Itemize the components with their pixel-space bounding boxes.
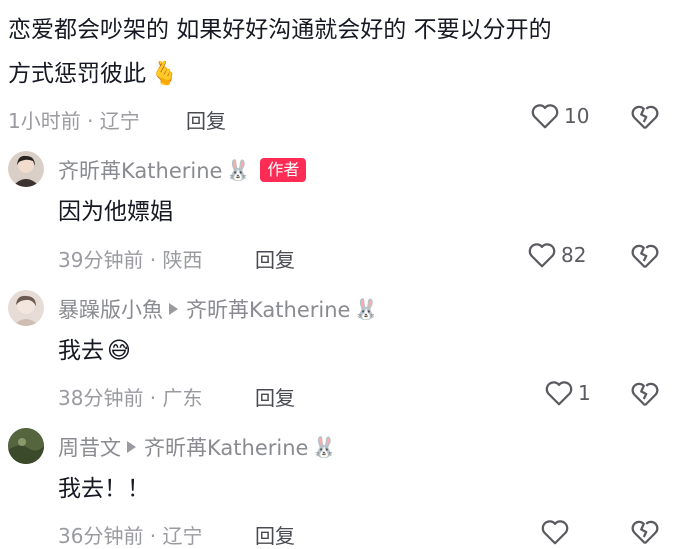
- reply-header: 周昔文 齐昕苒Katherine 🐰: [58, 432, 336, 462]
- like-count: 82: [561, 243, 587, 267]
- avatar[interactable]: [8, 428, 44, 464]
- heart-icon: [528, 243, 556, 268]
- like-button[interactable]: 1: [544, 379, 591, 407]
- comment-text-line1: 恋爱都会吵架的 如果好好沟通就会好的 不要以分开的: [8, 17, 552, 43]
- like-count: 1: [578, 381, 591, 405]
- reply-meta: 38分钟前 · 广东: [58, 386, 203, 410]
- reply-button[interactable]: 回复: [255, 244, 295, 273]
- reply-header: 暴躁版小魚 齐昕苒Katherine 🐰: [58, 294, 378, 324]
- reply-to-username[interactable]: 齐昕苒Katherine: [144, 432, 308, 462]
- broken-heart-icon[interactable]: [630, 380, 660, 408]
- username[interactable]: 暴躁版小魚: [58, 294, 163, 324]
- like-button[interactable]: 82: [527, 241, 586, 269]
- username-emoji: 🐰: [353, 297, 379, 321]
- heart-icon[interactable]: [540, 518, 570, 546]
- play-arrow-icon: [127, 441, 136, 453]
- comment-text-line2: 方式惩罚彼此 🫰: [8, 57, 179, 91]
- heart-icon: [545, 381, 573, 406]
- reply-button[interactable]: 回复: [186, 105, 226, 134]
- like-button[interactable]: 10: [530, 102, 589, 130]
- username-emoji: 🐰: [225, 158, 251, 182]
- reply-to-username[interactable]: 齐昕苒Katherine: [186, 294, 350, 324]
- reply-text: 因为他嫖娼: [58, 199, 173, 225]
- comment-meta: 1小时前 · 辽宁: [8, 109, 140, 133]
- reply-button[interactable]: 回复: [255, 382, 295, 411]
- username-emoji: 🐰: [311, 435, 337, 459]
- emoji: 😅: [107, 338, 131, 364]
- comment-text: 方式惩罚彼此: [8, 61, 146, 87]
- reply-text-row: 我去 😅: [58, 334, 131, 368]
- avatar[interactable]: [8, 151, 44, 187]
- reply-text: 我去: [58, 338, 104, 364]
- like-count: 10: [564, 104, 590, 128]
- username[interactable]: 周昔文: [58, 432, 121, 462]
- reply-button[interactable]: 回复: [255, 520, 295, 549]
- avatar[interactable]: [8, 290, 44, 326]
- emoji: 🫰: [150, 61, 179, 87]
- broken-heart-icon[interactable]: [630, 242, 660, 270]
- reply-text: 我去！！: [58, 476, 150, 502]
- play-arrow-icon: [169, 303, 178, 315]
- reply-meta: 36分钟前 · 辽宁: [58, 524, 203, 548]
- username[interactable]: 齐昕苒Katherine: [58, 155, 222, 185]
- reply-header: 齐昕苒Katherine 🐰 作者: [58, 155, 307, 185]
- heart-icon: [531, 104, 559, 129]
- reply-meta: 39分钟前 · 陕西: [58, 248, 203, 272]
- author-badge: 作者: [260, 158, 307, 182]
- broken-heart-icon[interactable]: [630, 103, 660, 131]
- broken-heart-icon[interactable]: [630, 518, 660, 546]
